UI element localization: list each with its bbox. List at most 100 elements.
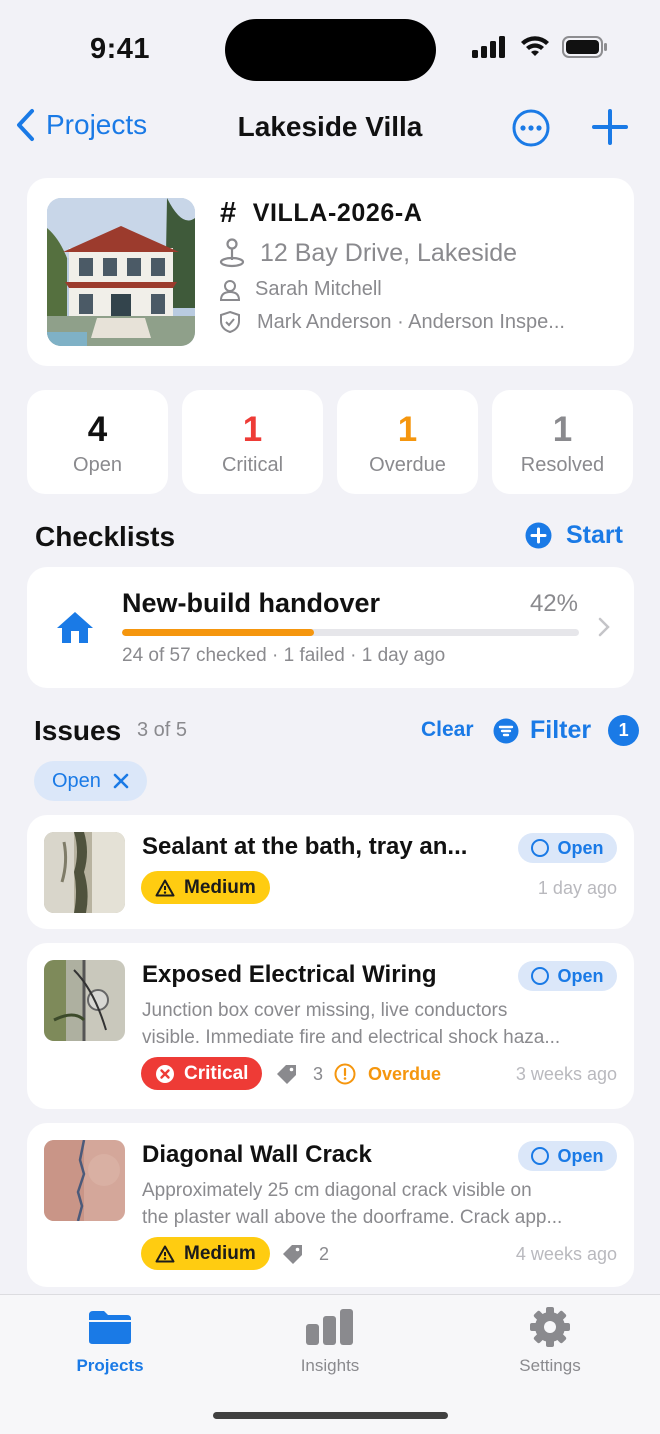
- shield-check-icon: [220, 310, 240, 334]
- wifi-icon: [521, 36, 549, 56]
- issue-time: 1 day ago: [537, 878, 617, 898]
- issue-title: Diagonal Wall Crack: [142, 1141, 372, 1168]
- tag-count-value: 2: [319, 1243, 330, 1264]
- active-filter-chip[interactable]: Open: [34, 761, 147, 801]
- filter-label: Filter: [530, 716, 592, 744]
- open-status-icon: [531, 839, 550, 857]
- severity-badge: Medium: [141, 1237, 270, 1270]
- stat-critical[interactable]: 1 Critical: [182, 390, 323, 494]
- exclamation-circle-icon: [334, 1063, 356, 1085]
- house-icon: [55, 609, 95, 650]
- hash-icon: #: [220, 197, 237, 229]
- checklist-percent: 42%: [529, 590, 578, 617]
- severity-label: Medium: [184, 876, 256, 898]
- tab-label: Insights: [300, 1356, 360, 1375]
- gear-icon: [530, 1307, 570, 1347]
- status-label: Open: [557, 837, 604, 858]
- stat-value: 4: [87, 410, 108, 449]
- checklist-progress-fill: [122, 629, 314, 636]
- filter-button[interactable]: Filter 1: [493, 715, 640, 746]
- ellipsis-circle-icon: [512, 109, 550, 147]
- tab-label: Projects: [76, 1356, 144, 1375]
- start-label: Start: [566, 521, 623, 549]
- issue-time: 3 weeks ago: [515, 1064, 617, 1084]
- issue-time: 4 weeks ago: [515, 1244, 617, 1264]
- person-icon: [219, 279, 241, 301]
- stat-label: Open: [73, 454, 122, 476]
- issues-count: 3 of 5: [137, 719, 188, 741]
- checklist-card[interactable]: [27, 567, 634, 688]
- project-address-text: 12 Bay Drive, Lakeside: [260, 238, 518, 267]
- issue-description-line: visible. Immediate fire and electrical s…: [142, 1027, 561, 1048]
- tag-count: 2: [281, 1243, 329, 1265]
- tag-count-value: 3: [313, 1063, 324, 1084]
- bar-chart-icon: [306, 1309, 353, 1345]
- open-status-icon: [531, 1147, 550, 1165]
- stat-label: Overdue: [369, 454, 446, 476]
- tab-label: Settings: [519, 1356, 581, 1375]
- tag-icon: [283, 1245, 302, 1264]
- chevron-left-icon: [17, 109, 34, 141]
- stat-value: 1: [242, 410, 263, 449]
- project-address: 12 Bay Drive, Lakeside: [218, 238, 517, 268]
- project-owner-text: Sarah Mitchell: [255, 278, 382, 300]
- plus-circle-icon: [525, 522, 552, 549]
- issue-description: Junction box cover missing, live conduct…: [142, 997, 616, 1051]
- status-icons: [472, 36, 608, 58]
- stat-open[interactable]: 4 Open: [27, 390, 168, 494]
- chip-label: Open: [52, 769, 101, 792]
- folder-icon: [89, 1311, 131, 1344]
- plus-icon: [592, 109, 628, 145]
- issues-heading: Issues: [34, 715, 122, 746]
- stat-label: Critical: [221, 454, 284, 476]
- tag-icon: [277, 1065, 296, 1084]
- issue-description: Approximately 25 cm diagonal crack visib…: [142, 1177, 616, 1231]
- start-checklist-button[interactable]: Start: [525, 521, 623, 550]
- dynamic-island: [225, 19, 436, 81]
- project-inspector-text: Mark Anderson · Anderson Inspe...: [257, 310, 565, 333]
- tab-insights[interactable]: Insights: [260, 1306, 400, 1376]
- severity-badge: Critical: [141, 1057, 263, 1090]
- issue-description-line: the plaster wall above the doorframe. Cr…: [142, 1207, 563, 1228]
- stat-resolved[interactable]: 1 Resolved: [492, 390, 633, 494]
- location-pin-icon: [219, 238, 245, 268]
- filter-icon: [493, 718, 519, 743]
- severity-label: Medium: [184, 1242, 256, 1264]
- issue-photo: [44, 1140, 125, 1221]
- signal-icon: [472, 36, 505, 58]
- issue-photo: [44, 960, 125, 1041]
- status-label: Open: [557, 965, 604, 986]
- project-code-text: VILLA-2026-A: [252, 199, 423, 227]
- warning-icon: [155, 879, 175, 896]
- severity-label: Critical: [184, 1062, 249, 1084]
- clear-filter-button[interactable]: Clear: [421, 718, 474, 742]
- close-icon[interactable]: [113, 773, 129, 789]
- checklist-name: New-build handover: [122, 588, 381, 618]
- severity-badge: Medium: [141, 871, 270, 904]
- tab-projects[interactable]: Projects: [40, 1306, 180, 1376]
- x-circle-icon: [156, 1064, 174, 1083]
- issue-title: Sealant at the bath, tray an...: [142, 833, 468, 860]
- tab-settings[interactable]: Settings: [480, 1306, 620, 1376]
- tag-count: 3: [275, 1063, 323, 1085]
- status-time: 9:41: [90, 33, 151, 65]
- project-owner: Sarah Mitchell: [219, 278, 382, 301]
- project-inspector: Mark Anderson · Anderson Inspe...: [219, 310, 565, 334]
- status-badge: Open: [518, 1141, 617, 1171]
- back-button[interactable]: Projects: [14, 108, 147, 142]
- issue-photo: [44, 832, 125, 913]
- stat-value: 1: [397, 410, 418, 449]
- more-button[interactable]: [512, 109, 550, 152]
- home-indicator: [213, 1412, 448, 1419]
- checklist-meta: 24 of 57 checked · 1 failed · 1 day ago: [122, 645, 446, 666]
- status-badge: Open: [518, 961, 617, 991]
- project-photo: [47, 198, 195, 346]
- filter-count-badge: 1: [608, 715, 640, 746]
- add-button[interactable]: [591, 108, 629, 151]
- chevron-right-icon: [598, 617, 610, 642]
- warning-icon: [155, 1245, 175, 1262]
- stat-overdue[interactable]: 1 Overdue: [337, 390, 478, 494]
- issue-description-line: Approximately 25 cm diagonal crack visib…: [142, 1180, 532, 1201]
- open-status-icon: [531, 967, 550, 985]
- project-code: # VILLA-2026-A: [220, 197, 422, 230]
